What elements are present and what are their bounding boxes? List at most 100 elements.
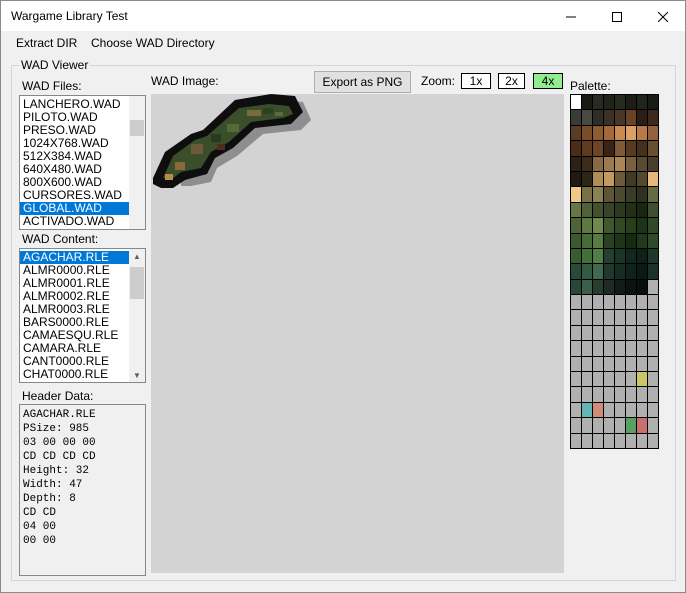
wad-image-label: WAD Image: bbox=[151, 74, 219, 88]
palette-swatch bbox=[593, 387, 603, 402]
zoom-1x-button[interactable]: 1x bbox=[461, 73, 491, 89]
zoom-label: Zoom: bbox=[421, 74, 456, 88]
palette-swatch bbox=[593, 310, 603, 325]
palette-swatch bbox=[604, 279, 614, 295]
palette-swatch bbox=[571, 264, 581, 279]
scroll-up-icon[interactable]: ▲ bbox=[129, 249, 145, 263]
palette-swatch bbox=[604, 248, 614, 264]
palette-swatch bbox=[593, 418, 603, 433]
palette-swatch bbox=[615, 418, 625, 433]
palette-swatch bbox=[637, 171, 647, 187]
title-bar[interactable]: Wargame Library Test bbox=[1, 1, 685, 31]
palette-swatch bbox=[637, 279, 647, 295]
palette-swatch bbox=[571, 295, 581, 310]
palette-swatch bbox=[626, 387, 636, 402]
palette-swatch bbox=[571, 372, 581, 387]
palette-swatch bbox=[571, 233, 581, 248]
zoom-4x-button[interactable]: 4x bbox=[533, 73, 563, 89]
scroll-thumb[interactable] bbox=[130, 120, 144, 136]
palette-swatch bbox=[593, 233, 603, 248]
palette-swatch bbox=[582, 356, 592, 372]
palette-swatch bbox=[582, 171, 592, 187]
palette-swatch bbox=[604, 202, 614, 218]
scroll-thumb[interactable] bbox=[130, 267, 144, 299]
palette-swatch bbox=[604, 433, 614, 448]
palette-swatch bbox=[582, 341, 592, 356]
header-data-box: AGACHAR.RLE PSize: 985 03 00 00 00 CD CD CD… bbox=[19, 404, 146, 576]
palette-swatch bbox=[571, 387, 581, 402]
header-data-line: 03 00 00 00 bbox=[23, 437, 96, 449]
palette-swatch bbox=[648, 295, 658, 310]
palette-swatch bbox=[637, 110, 647, 125]
palette-swatch bbox=[582, 110, 592, 125]
palette-swatch bbox=[593, 356, 603, 372]
menu-extract-dir[interactable]: Extract DIR bbox=[12, 36, 81, 50]
palette-swatch bbox=[593, 402, 603, 418]
header-data-line: Width: 47 bbox=[23, 479, 83, 491]
scroll-down-icon[interactable]: ▼ bbox=[129, 368, 145, 382]
menu-choose-wad-directory[interactable]: Choose WAD Directory bbox=[87, 36, 219, 50]
zoom-2x-button[interactable]: 2x bbox=[498, 73, 525, 89]
palette-swatch bbox=[593, 248, 603, 264]
palette-swatch bbox=[571, 141, 581, 156]
palette-swatch bbox=[604, 341, 614, 356]
palette-swatch bbox=[615, 264, 625, 279]
header-data-line: CD CD bbox=[23, 507, 57, 519]
export-png-button[interactable]: Export as PNG bbox=[314, 71, 411, 93]
wad-files-list[interactable]: LANCHERO.WAD PILOTO.WAD PRESO.WAD 1024X768.… bbox=[19, 95, 146, 230]
palette-swatch bbox=[637, 125, 647, 141]
palette-swatch bbox=[637, 233, 647, 248]
palette-swatch bbox=[626, 156, 636, 171]
palette-swatch bbox=[648, 387, 658, 402]
palette-swatch bbox=[593, 202, 603, 218]
palette-swatch bbox=[626, 125, 636, 141]
palette-swatch bbox=[593, 187, 603, 202]
palette-grid bbox=[570, 94, 659, 449]
palette-swatch bbox=[648, 325, 658, 341]
wad-content-item[interactable]: CHAT0000.RLE bbox=[20, 368, 145, 381]
palette-swatch bbox=[626, 141, 636, 156]
maximize-button[interactable] bbox=[594, 2, 640, 31]
wad-files-scrollbar[interactable] bbox=[129, 96, 145, 229]
minimize-button[interactable] bbox=[548, 2, 594, 31]
palette-swatch bbox=[626, 372, 636, 387]
palette-swatch bbox=[582, 202, 592, 218]
palette-swatch bbox=[571, 279, 581, 295]
palette-swatch bbox=[582, 187, 592, 202]
palette-swatch bbox=[637, 402, 647, 418]
palette-swatch bbox=[648, 356, 658, 372]
palette-swatch bbox=[648, 279, 658, 295]
palette-swatch bbox=[593, 372, 603, 387]
palette-swatch bbox=[648, 95, 658, 110]
palette-swatch bbox=[626, 202, 636, 218]
palette-swatch bbox=[648, 433, 658, 448]
palette-swatch bbox=[615, 141, 625, 156]
palette-swatch bbox=[648, 141, 658, 156]
palette-swatch bbox=[604, 356, 614, 372]
palette-swatch bbox=[604, 95, 614, 110]
palette-swatch bbox=[571, 171, 581, 187]
header-data-label: Header Data: bbox=[22, 389, 94, 403]
palette-swatch bbox=[615, 341, 625, 356]
palette-swatch bbox=[648, 218, 658, 233]
palette-swatch bbox=[571, 325, 581, 341]
palette-swatch bbox=[615, 125, 625, 141]
header-data-line: 00 00 bbox=[23, 535, 57, 547]
palette-swatch bbox=[637, 356, 647, 372]
palette-swatch bbox=[648, 171, 658, 187]
header-data-line: PSize: 985 bbox=[23, 423, 90, 435]
palette-swatch bbox=[593, 325, 603, 341]
palette-swatch bbox=[615, 202, 625, 218]
palette-swatch bbox=[626, 110, 636, 125]
palette-swatch bbox=[593, 279, 603, 295]
palette-swatch bbox=[582, 218, 592, 233]
palette-swatch bbox=[615, 402, 625, 418]
palette-swatch bbox=[604, 402, 614, 418]
close-button[interactable] bbox=[640, 2, 686, 31]
palette-swatch bbox=[637, 418, 647, 433]
wad-content-list[interactable]: AGACHAR.RLE ALMR0000.RLE ALMR0001.RLE ALMR0… bbox=[19, 248, 146, 383]
wad-file-item[interactable]: ACTIVADO.WAD bbox=[20, 215, 145, 228]
palette-swatch bbox=[648, 341, 658, 356]
wad-content-scrollbar[interactable]: ▲ ▼ bbox=[129, 249, 145, 382]
palette-swatch bbox=[648, 372, 658, 387]
